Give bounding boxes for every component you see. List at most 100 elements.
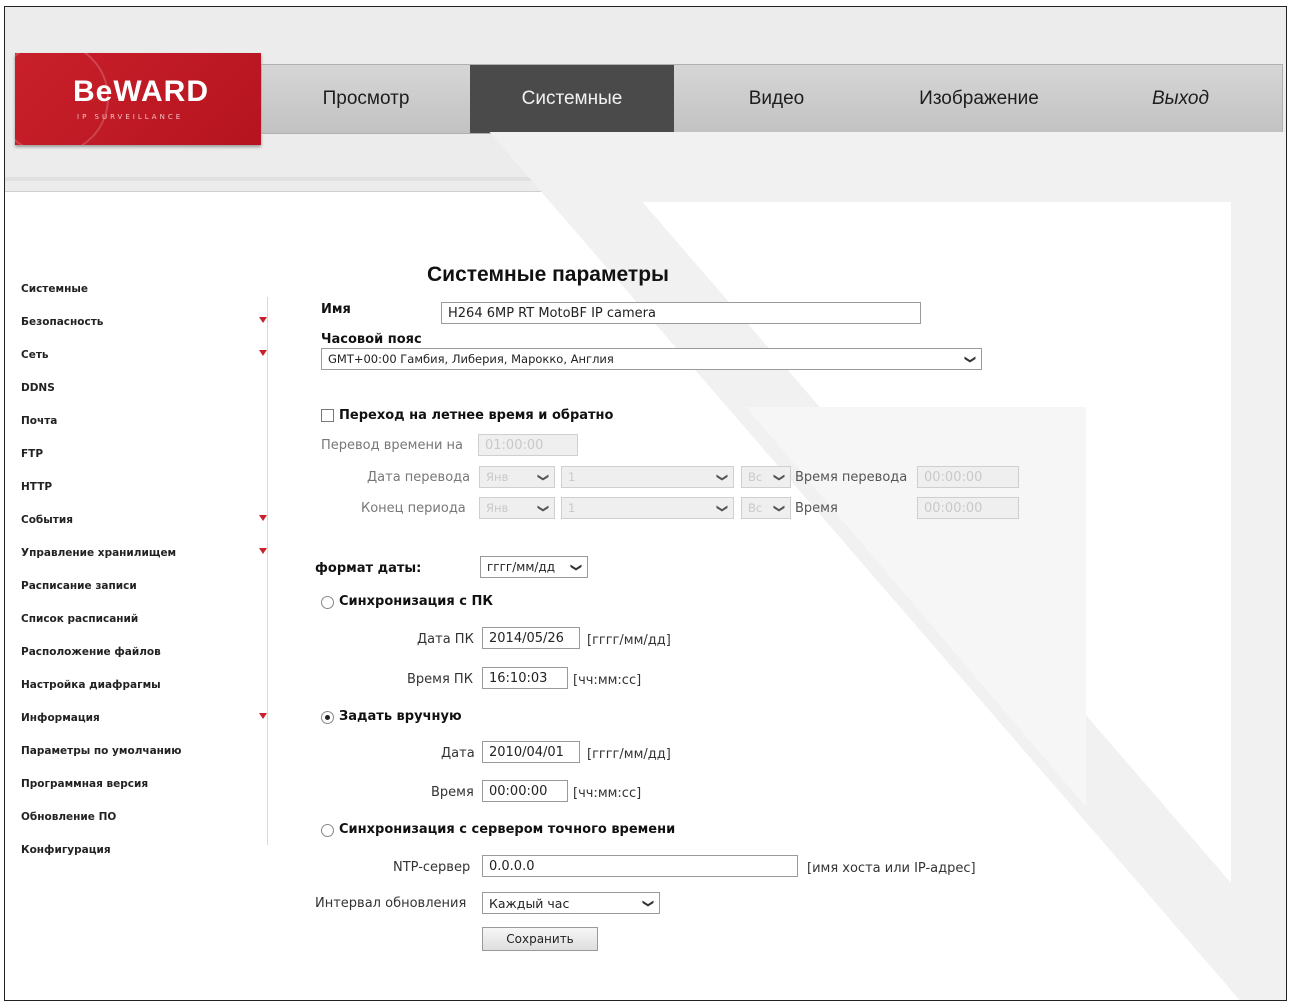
select-value: Вс (748, 470, 763, 484)
timezone-select[interactable]: GMT+00:00 Гамбия, Либерия, Марокко, Англ… (321, 348, 982, 370)
sidebar-item-label: Системные (21, 282, 88, 295)
select-value: гггг/мм/дд (487, 560, 556, 574)
ntp-label: Синхронизация с сервером точного времени (339, 822, 676, 837)
sidebar-item-mail[interactable]: Почта (21, 404, 271, 437)
expand-arrow-icon (259, 317, 267, 323)
sidebar-item-label: Конфигурация (21, 843, 111, 856)
pc-time-input[interactable]: 16:10:03 (482, 667, 568, 689)
ntp-server-input[interactable]: 0.0.0.0 (482, 855, 798, 877)
sidebar-item-file-location[interactable]: Расположение файлов (21, 635, 271, 668)
dst-offset-input[interactable]: 01:00:00 (478, 434, 578, 456)
dst-end-week-select[interactable]: 1 ❯ (561, 497, 734, 519)
sidebar-item-label: Настройка диафрагмы (21, 678, 161, 691)
timezone-value: GMT+00:00 Гамбия, Либерия, Марокко, Англ… (328, 352, 614, 366)
chevron-down-icon: ❯ (536, 503, 550, 514)
sidebar-item-ddns[interactable]: DDNS (21, 371, 271, 404)
dst-start-day-select[interactable]: Вс ❯ (741, 466, 791, 488)
sidebar-item-label: Сеть (21, 348, 49, 361)
sidebar-item-label: FTP (21, 447, 44, 460)
dst-end-time-label: Время (795, 501, 838, 516)
sidebar-item-label: Программная версия (21, 777, 149, 790)
sidebar-item-defaults[interactable]: Параметры по умолчанию (21, 734, 271, 767)
sync-pc-radio[interactable] (321, 596, 334, 609)
update-interval-label: Интервал обновления (315, 896, 467, 911)
select-value: Вс (748, 501, 763, 515)
dst-checkbox[interactable] (321, 409, 334, 422)
logo-text: BeWARD (73, 75, 210, 108)
manual-radio[interactable] (321, 711, 334, 724)
ntp-server-label: NTP-сервер (393, 860, 471, 875)
sidebar-item-label: Параметры по умолчанию (21, 744, 182, 757)
name-label: Имя (321, 302, 351, 317)
save-button[interactable]: Сохранить (482, 927, 598, 951)
chevron-down-icon: ❯ (536, 472, 550, 483)
sidebar-item-label: Управление хранилищем (21, 546, 177, 559)
sidebar-item-firmware-version[interactable]: Программная версия (21, 767, 271, 800)
select-value: 1 (568, 470, 576, 484)
dst-start-month-select[interactable]: Янв ❯ (479, 466, 555, 488)
tab-video[interactable]: Видео (674, 65, 879, 133)
sidebar-item-info[interactable]: Информация (21, 701, 271, 734)
sidebar-divider (267, 297, 268, 845)
header-divider (5, 177, 1286, 181)
expand-arrow-icon (259, 548, 267, 554)
update-interval-select[interactable]: Каждый час ❯ (482, 892, 660, 914)
sidebar-item-events[interactable]: События (21, 503, 271, 536)
sidebar-item-update[interactable]: Обновление ПО (21, 800, 271, 833)
date-format-label: формат даты: (315, 561, 422, 576)
chevron-down-icon: ❯ (963, 354, 977, 365)
sidebar-item-storage[interactable]: Управление хранилищем (21, 536, 271, 569)
sidebar-item-http[interactable]: HTTP (21, 470, 271, 503)
pc-date-hint: [гггг/мм/дд] (587, 633, 671, 648)
chevron-down-icon: ❯ (715, 503, 729, 514)
tab-image[interactable]: Изображение (879, 65, 1079, 133)
select-value: 1 (568, 501, 576, 515)
date-format-select[interactable]: гггг/мм/дд ❯ (480, 556, 588, 578)
dst-end-time-input[interactable]: 00:00:00 (917, 497, 1019, 519)
sidebar-item-record-schedule[interactable]: Расписание записи (21, 569, 271, 602)
dst-start-time-label: Время перевода (795, 470, 908, 485)
sync-pc-label: Синхронизация с ПК (339, 594, 494, 609)
expand-arrow-icon (259, 713, 267, 719)
select-value: Каждый час (489, 895, 570, 911)
pc-time-label: Время ПК (407, 672, 473, 687)
tab-logout[interactable]: Выход (1079, 65, 1282, 133)
sidebar-item-label: Информация (21, 711, 100, 724)
chevron-down-icon: ❯ (641, 898, 655, 909)
manual-time-input[interactable]: 00:00:00 (482, 780, 568, 802)
dst-label: Переход на летнее время и обратно (339, 408, 614, 423)
manual-label: Задать вручную (339, 709, 462, 724)
dst-end-label: Конец периода (361, 501, 466, 516)
dst-end-month-select[interactable]: Янв ❯ (479, 497, 555, 519)
chevron-down-icon: ❯ (772, 472, 786, 483)
sidebar-item-label: Расположение файлов (21, 645, 161, 658)
sidebar-item-config[interactable]: Конфигурация (21, 833, 271, 866)
dst-start-time-input[interactable]: 00:00:00 (917, 466, 1019, 488)
manual-date-input[interactable]: 2010/04/01 (482, 741, 580, 763)
camera-name-input[interactable]: H264 6MP RT MotoBF IP camera (441, 302, 921, 324)
sidebar-item-label: Список расписаний (21, 612, 139, 625)
dst-start-label: Дата перевода (367, 470, 471, 485)
pc-date-input[interactable]: 2014/05/26 (482, 627, 580, 649)
sidebar-item-label: Расписание записи (21, 579, 137, 592)
sidebar-item-network[interactable]: Сеть (21, 338, 271, 371)
pc-time-hint: [чч:мм:сс] (573, 673, 642, 688)
select-value: Янв (486, 470, 509, 484)
sidebar-item-iris[interactable]: Настройка диафрагмы (21, 668, 271, 701)
sidebar-item-label: HTTP (21, 480, 53, 493)
chevron-down-icon: ❯ (715, 472, 729, 483)
ntp-radio[interactable] (321, 824, 334, 837)
dst-end-day-select[interactable]: Вс ❯ (741, 497, 791, 519)
dst-start-week-select[interactable]: 1 ❯ (561, 466, 734, 488)
sidebar-item-schedule-list[interactable]: Список расписаний (21, 602, 271, 635)
tab-view[interactable]: Просмотр (262, 65, 470, 133)
timezone-label: Часовой пояс (321, 332, 422, 347)
tab-system[interactable]: Системные (470, 65, 674, 133)
beward-logo: BeWARD IP SURVEILLANCE (15, 53, 261, 145)
sidebar-item-system[interactable]: Системные (21, 272, 271, 305)
sidebar-item-security[interactable]: Безопасность (21, 305, 271, 338)
main-nav: Просмотр Системные Видео Изображение Вых… (261, 64, 1283, 134)
expand-arrow-icon (259, 350, 267, 356)
manual-time-hint: [чч:мм:сс] (573, 786, 642, 801)
sidebar-item-ftp[interactable]: FTP (21, 437, 271, 470)
